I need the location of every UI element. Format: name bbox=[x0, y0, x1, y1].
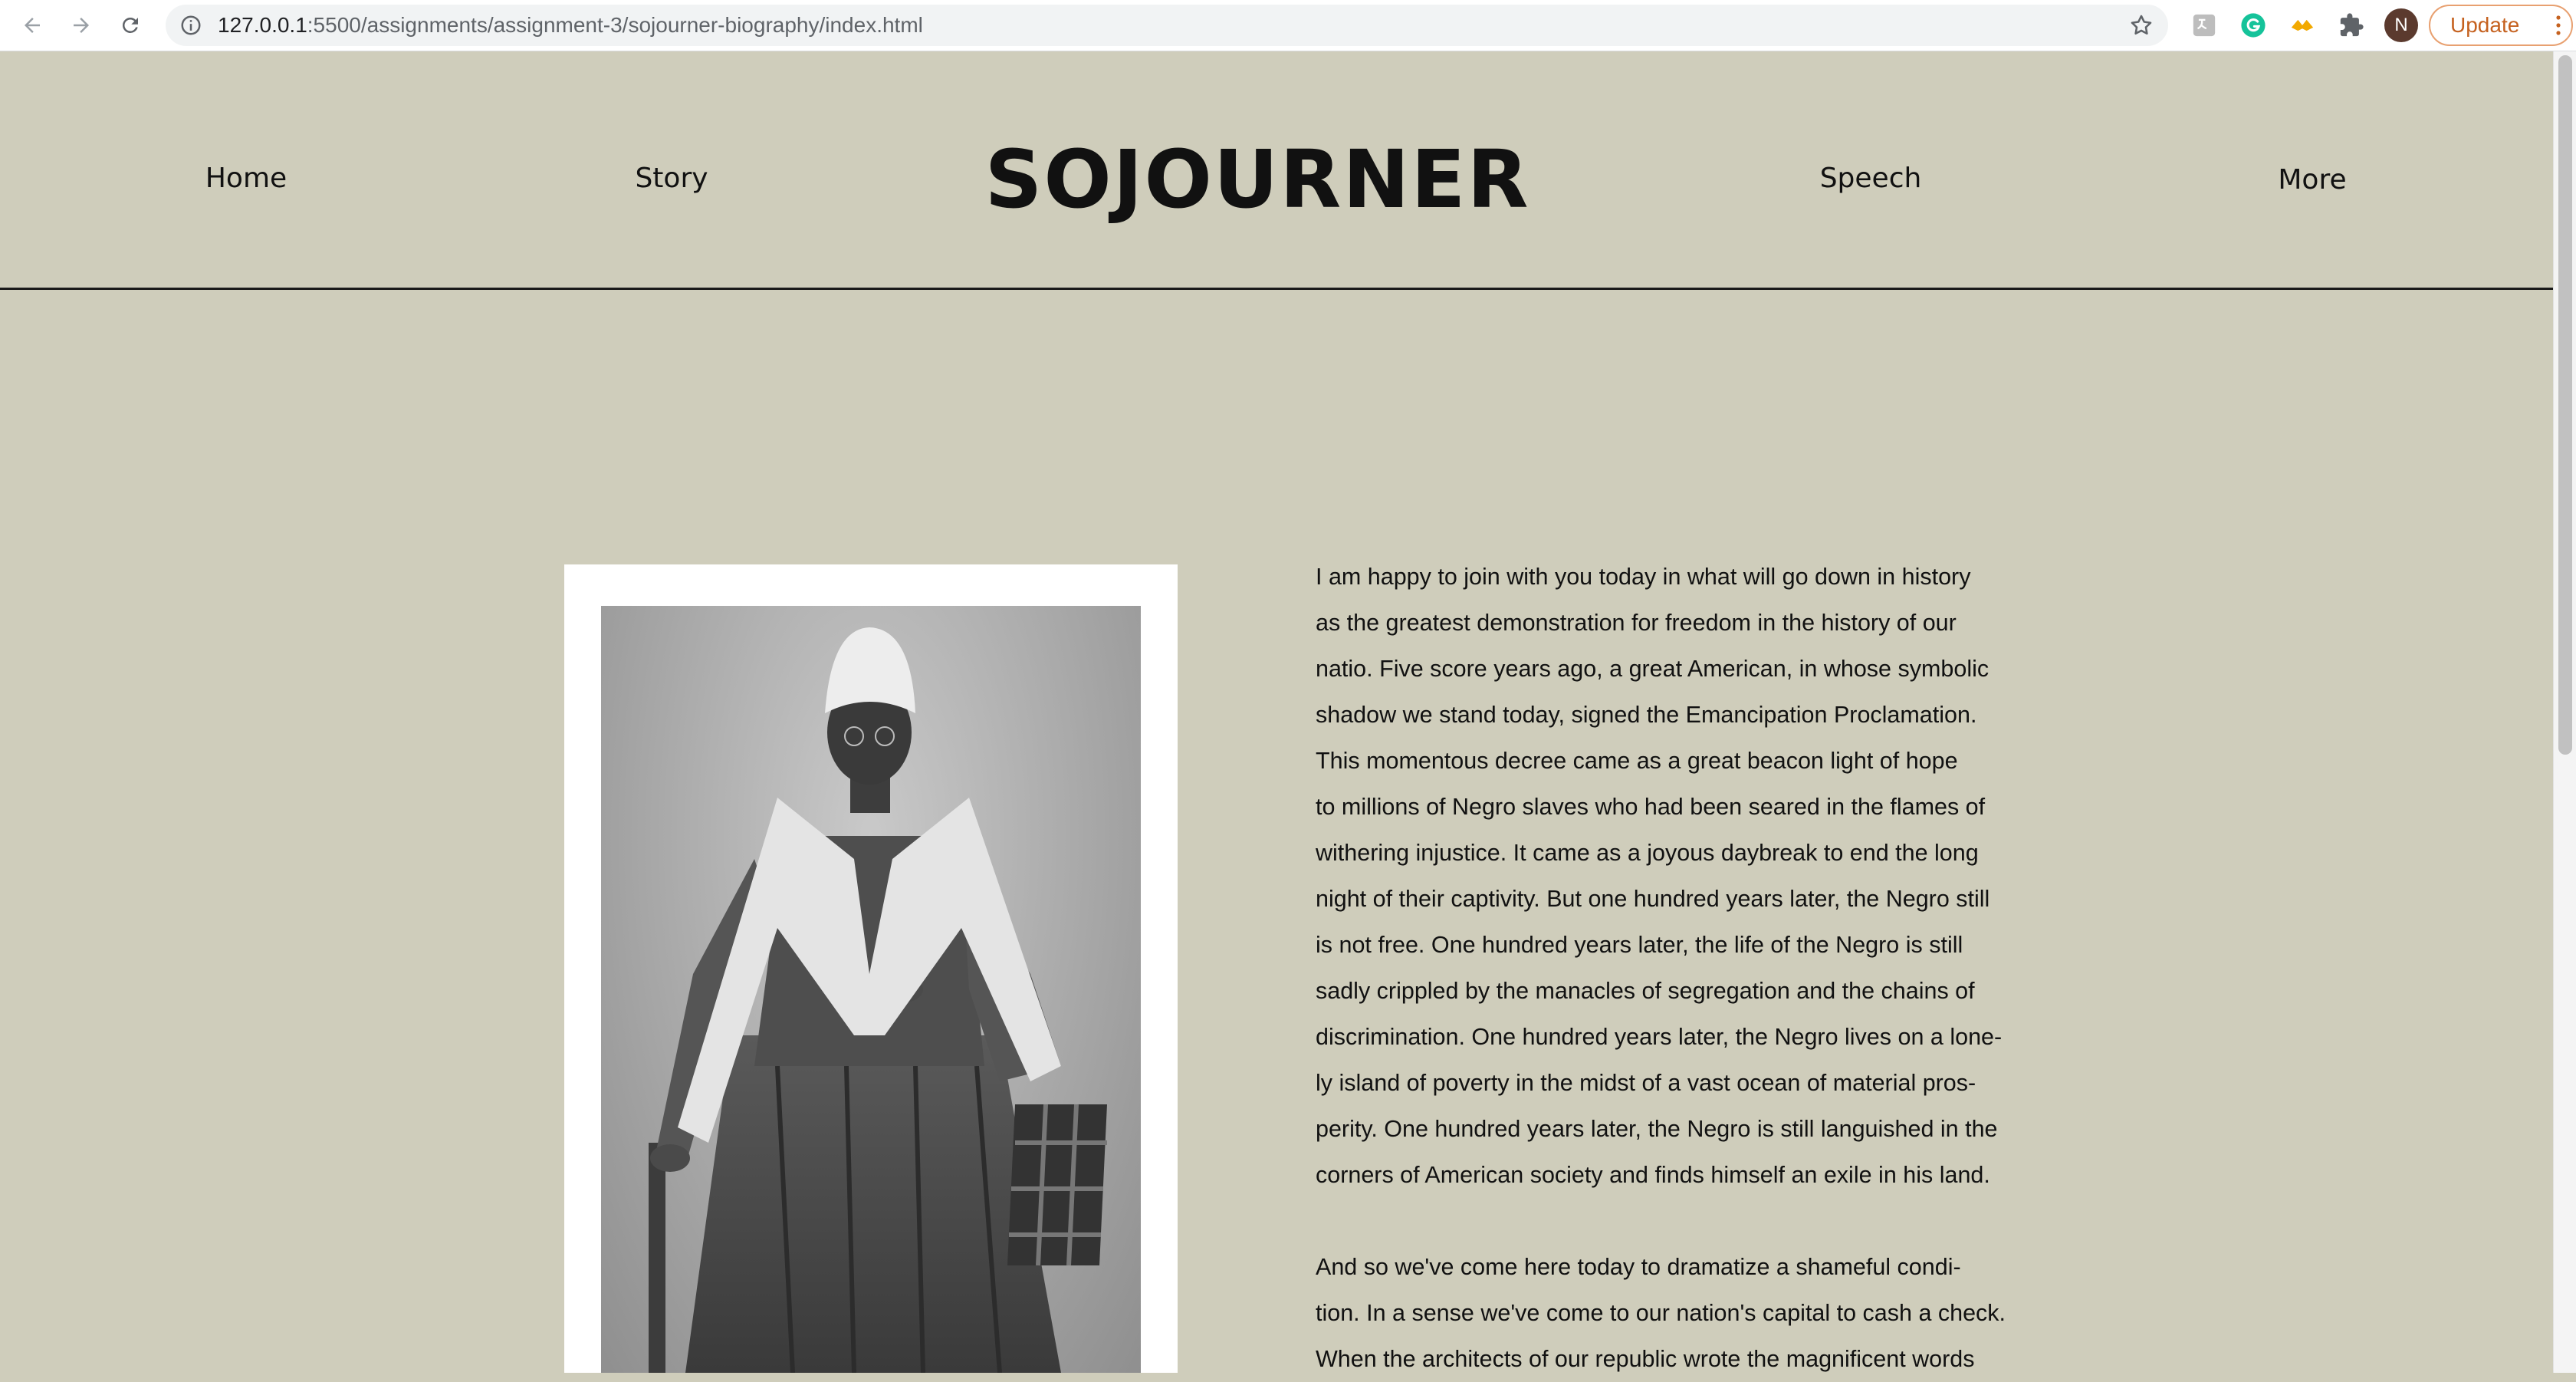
grammarly-icon bbox=[2241, 13, 2266, 38]
url-path: :5500/assignments/assignment-3/sojourner… bbox=[307, 13, 923, 37]
address-bar[interactable]: 127.0.0.1:5500/assignments/assignment-3/… bbox=[166, 5, 2168, 46]
speech-line: is not free. One hundred years later, th… bbox=[1316, 932, 1963, 958]
portrait-frame bbox=[564, 564, 1178, 1373]
grammarly-extension-button[interactable] bbox=[2239, 11, 2268, 40]
forward-button[interactable] bbox=[64, 8, 98, 42]
speech-text-block: I am happy to join with you today in wha… bbox=[1316, 554, 2006, 1382]
speech-line: as the greatest demonstration for freedo… bbox=[1316, 610, 1957, 636]
speech-line: This momentous decree came as a great be… bbox=[1316, 748, 1958, 774]
star-icon[interactable] bbox=[2128, 12, 2154, 38]
reload-button[interactable] bbox=[113, 8, 147, 42]
speech-line: withering injustice. It came as a joyous… bbox=[1316, 840, 1979, 866]
speech-line: night of their captivity. But one hundre… bbox=[1316, 886, 1990, 912]
sojourner-portrait-image bbox=[601, 606, 1141, 1373]
speech-line: tion. In a sense we've come to our natio… bbox=[1316, 1300, 2006, 1326]
url-text[interactable]: 127.0.0.1:5500/assignments/assignment-3/… bbox=[218, 5, 923, 46]
speech-line: corners of American society and finds hi… bbox=[1316, 1162, 1990, 1188]
browser-toolbar: 127.0.0.1:5500/assignments/assignment-3/… bbox=[0, 0, 2576, 51]
update-label: Update bbox=[2450, 13, 2520, 37]
site-header: Home Story SOJOURNER Speech More bbox=[0, 51, 2553, 290]
speech-paragraph-2: And so we've come here today to dramatiz… bbox=[1316, 1244, 2006, 1382]
nav-speech-link[interactable]: Speech bbox=[1820, 163, 1922, 194]
bird-icon bbox=[2291, 19, 2314, 31]
translate-icon bbox=[2193, 14, 2216, 37]
translate-extension-button[interactable] bbox=[2190, 11, 2219, 40]
nav-more-link[interactable]: More bbox=[2278, 164, 2346, 196]
profile-avatar[interactable]: N bbox=[2384, 8, 2418, 42]
arrow-left-icon bbox=[25, 18, 40, 33]
speech-line: perity. One hundred years later, the Neg… bbox=[1316, 1116, 1998, 1142]
arrow-right-icon bbox=[74, 18, 89, 33]
speech-line: discrimination. One hundred years later,… bbox=[1316, 1024, 2003, 1050]
speech-line: I am happy to join with you today in wha… bbox=[1316, 564, 1971, 590]
update-button[interactable]: Update bbox=[2429, 5, 2573, 46]
bird-extension-button[interactable] bbox=[2288, 11, 2317, 40]
info-circle-icon[interactable] bbox=[179, 14, 202, 37]
portrait-illustration bbox=[649, 627, 1107, 1373]
url-host: 127.0.0.1 bbox=[218, 13, 307, 37]
speech-line: to millions of Negro slaves who had been… bbox=[1316, 794, 1986, 820]
speech-line: And so we've come here today to dramatiz… bbox=[1316, 1254, 1961, 1280]
nav-story-link[interactable]: Story bbox=[635, 163, 708, 194]
nav-home-link[interactable]: Home bbox=[205, 163, 287, 194]
speech-line: natio. Five score years ago, a great Ame… bbox=[1316, 656, 1990, 682]
page-scrollbar-thumb[interactable] bbox=[2558, 55, 2572, 755]
speech-line: When the architects of our republic wrot… bbox=[1316, 1346, 1975, 1372]
kebab-menu-icon bbox=[2556, 15, 2561, 35]
speech-line: ly island of poverty in the midst of a v… bbox=[1316, 1070, 1976, 1096]
speech-line: shadow we stand today, signed the Emanci… bbox=[1316, 702, 1977, 728]
speech-paragraph-1: I am happy to join with you today in wha… bbox=[1316, 554, 2006, 1198]
reload-icon bbox=[122, 17, 138, 33]
back-button[interactable] bbox=[15, 8, 49, 42]
site-brand-title[interactable]: SOJOURNER bbox=[984, 140, 1530, 219]
puzzle-icon bbox=[2340, 13, 2364, 37]
extensions-button[interactable] bbox=[2337, 11, 2366, 40]
speech-line: sadly crippled by the manacles of segreg… bbox=[1316, 978, 1975, 1004]
